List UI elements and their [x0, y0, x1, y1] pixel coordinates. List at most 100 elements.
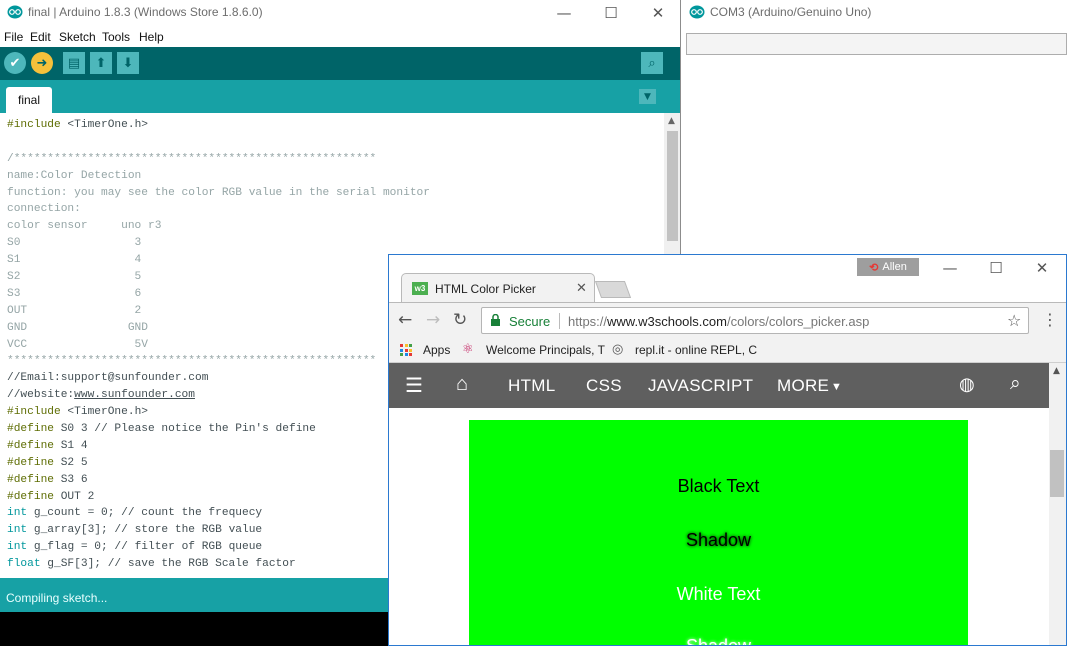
serial-window-title: COM3 (Arduino/Genuino Uno) — [710, 5, 872, 19]
ide-title-bar: final | Arduino 1.8.3 (Windows Store 1.8… — [0, 0, 680, 26]
bookmark-star-icon[interactable]: ☆ — [1007, 311, 1021, 330]
new-tab-button[interactable] — [594, 281, 632, 298]
arrow-up-icon: ⬆ — [95, 55, 107, 71]
bookmark-apps[interactable]: Apps — [423, 343, 450, 357]
save-sketch-button[interactable]: ⬇ — [117, 52, 139, 74]
caret-down-icon[interactable]: ▼ — [831, 381, 842, 393]
scroll-up-arrow-icon[interactable]: ▲ — [668, 116, 675, 126]
tab-close-icon[interactable]: ✕ — [576, 280, 587, 296]
code-line[interactable]: /***************************************… — [7, 151, 430, 168]
code-line[interactable]: #include <TimerOne.h> — [7, 117, 430, 134]
serial-monitor-button[interactable]: ⌕ — [641, 52, 663, 74]
tab-menu-button[interactable]: ▼ — [639, 89, 656, 104]
nav-html[interactable]: HTML — [508, 376, 555, 396]
code-line[interactable]: float g_SF[3]; // save the RGB Scale fac… — [7, 556, 430, 573]
code-line[interactable]: S0 3 — [7, 235, 430, 252]
code-line[interactable]: GND GND — [7, 320, 430, 337]
nav-javascript[interactable]: JAVASCRIPT — [648, 376, 753, 396]
nav-css[interactable]: CSS — [586, 376, 622, 396]
ide-window-title: final | Arduino 1.8.3 (Windows Store 1.8… — [28, 5, 263, 19]
code-line[interactable]: //Email:support@sunfounder.com — [7, 370, 430, 387]
chevron-down-icon: ▼ — [644, 91, 651, 102]
code-line[interactable]: OUT 2 — [7, 303, 430, 320]
code-line[interactable]: #define S3 6 — [7, 472, 430, 489]
home-icon[interactable]: ⌂ — [456, 373, 468, 396]
arrow-down-icon: ⬇ — [122, 55, 134, 71]
address-bar[interactable]: Secure https://www.w3schools.com/colors/… — [481, 307, 1029, 334]
url-scheme: https:// — [568, 314, 608, 329]
url-text[interactable]: https://www.w3schools.com/colors/colors_… — [568, 314, 869, 329]
code-line[interactable]: VCC 5V — [7, 337, 430, 354]
code-line[interactable]: S3 6 — [7, 286, 430, 303]
code-line[interactable]: //website:www.sunfounder.com — [7, 387, 430, 404]
serial-send-input[interactable] — [686, 33, 1067, 55]
chrome-menu-icon[interactable]: ⋮ — [1042, 310, 1058, 329]
code-line[interactable]: #include <TimerOne.h> — [7, 404, 430, 421]
secure-label: Secure — [509, 314, 551, 329]
verify-button[interactable]: ✔ — [4, 52, 26, 74]
page-scroll-thumb[interactable] — [1050, 450, 1064, 497]
white-text-sample: White Text — [676, 584, 761, 604]
code-line[interactable] — [7, 134, 430, 151]
hamburger-menu-icon[interactable]: ☰ — [405, 373, 423, 398]
menu-help[interactable]: Help — [139, 30, 164, 44]
upload-button[interactable]: ➜ — [31, 52, 53, 74]
page-scrollbar[interactable]: ▲ — [1049, 363, 1066, 645]
code-line[interactable]: function: you may see the color RGB valu… — [7, 185, 430, 202]
code-line[interactable]: connection: — [7, 201, 430, 218]
menu-sketch[interactable]: Sketch — [59, 30, 96, 44]
apps-grid-icon[interactable] — [400, 344, 412, 356]
arduino-logo-icon — [689, 5, 705, 19]
checkmark-icon: ✔ — [9, 55, 21, 71]
maximize-button[interactable]: ☐ — [973, 255, 1019, 281]
bookmarks-bar: Apps ⚛ Welcome Principals, T ◎ repl.it -… — [389, 338, 1066, 363]
profile-name: Allen — [882, 261, 907, 273]
open-sketch-button[interactable]: ⬆ — [90, 52, 112, 74]
code-line[interactable]: S1 4 — [7, 252, 430, 269]
code-text[interactable]: #include <TimerOne.h> /******************… — [7, 117, 430, 573]
lock-icon — [491, 314, 500, 326]
reload-icon[interactable]: ↻ — [453, 310, 467, 330]
browser-tab-color-picker[interactable]: w3 HTML Color Picker ✕ — [401, 273, 595, 302]
chrome-title-bar: ⟲ Allen — ☐ ✕ w3 HTML Color Picker ✕ — [389, 255, 1066, 302]
code-line[interactable]: name:Color Detection — [7, 168, 430, 185]
maximize-button[interactable]: ☐ — [588, 0, 634, 26]
menu-edit[interactable]: Edit — [30, 30, 51, 44]
menu-tools[interactable]: Tools — [102, 30, 130, 44]
bookmark-replit[interactable]: repl.it - online REPL, C — [635, 343, 757, 357]
code-line[interactable]: #define OUT 2 — [7, 489, 430, 506]
new-sketch-button[interactable]: ▤ — [63, 52, 85, 74]
code-line[interactable]: #define S2 5 — [7, 455, 430, 472]
code-line[interactable]: ****************************************… — [7, 353, 430, 370]
browser-toolbar: ← → ↻ Secure https://www.w3schools.com/c… — [389, 302, 1066, 338]
address-separator — [559, 313, 560, 329]
editor-scroll-thumb[interactable] — [667, 131, 678, 241]
back-arrow-icon[interactable]: ← — [398, 310, 412, 330]
nav-more[interactable]: MORE — [777, 376, 829, 396]
page-content: Black Text Shadow White Text Shadow — [389, 408, 1049, 646]
close-button[interactable]: ✕ — [1019, 255, 1065, 281]
globe-icon[interactable]: ◍ — [959, 374, 975, 395]
url-path: /colors/colors_picker.asp — [726, 314, 870, 329]
menu-file[interactable]: File — [4, 30, 23, 44]
code-line[interactable]: #define S0 3 // Please notice the Pin's … — [7, 421, 430, 438]
code-line[interactable]: int g_array[3]; // store the RGB value — [7, 522, 430, 539]
bookmark-welcome-principals[interactable]: Welcome Principals, T — [486, 343, 605, 357]
scroll-up-arrow-icon[interactable]: ▲ — [1053, 366, 1060, 376]
code-line[interactable]: #define S1 4 — [7, 438, 430, 455]
code-line[interactable]: color sensor uno r3 — [7, 218, 430, 235]
search-icon[interactable]: ⌕ — [1010, 373, 1021, 395]
ide-menu-bar: File Edit Sketch Tools Help — [0, 27, 680, 47]
arrow-right-icon: ➜ — [36, 55, 48, 71]
code-line[interactable]: int g_flag = 0; // filter of RGB queue — [7, 539, 430, 556]
code-line[interactable]: int g_count = 0; // count the frequecy — [7, 505, 430, 522]
minimize-button[interactable]: — — [927, 255, 973, 281]
w3schools-nav-bar: ☰ ⌂ HTML CSS JAVASCRIPT MORE ▼ ◍ ⌕ — [389, 363, 1049, 408]
profile-button[interactable]: ⟲ Allen — [857, 258, 919, 276]
minimize-button[interactable]: — — [541, 0, 587, 26]
code-line[interactable]: S2 5 — [7, 269, 430, 286]
white-shadow-sample: Shadow — [685, 636, 752, 646]
tab-final[interactable]: final — [6, 87, 52, 113]
close-button[interactable]: ✕ — [635, 0, 680, 26]
forward-arrow-icon[interactable]: → — [426, 310, 440, 330]
